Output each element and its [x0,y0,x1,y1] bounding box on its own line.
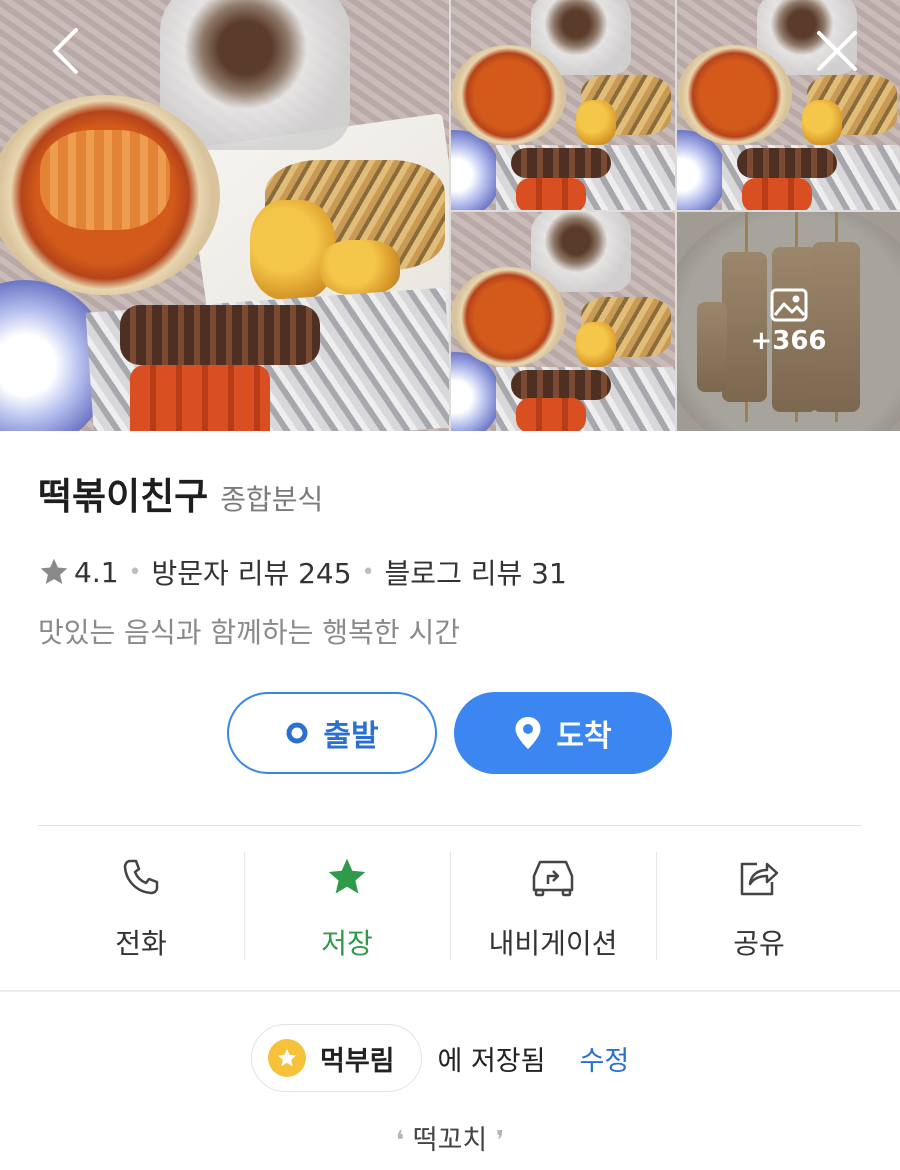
star-icon [40,558,68,584]
saved-folder-chip[interactable]: 먹부림 [251,1024,422,1092]
section-divider [0,990,900,992]
depart-button[interactable]: 출발 [227,692,437,774]
saved-memo: ❛ 떡꼬치 ❜ [0,1118,900,1157]
place-description: 맛있는 음식과 함께하는 행복한 시간 [38,616,461,649]
thumbnail-photo-1[interactable] [451,0,675,210]
origin-dot-icon [286,722,308,744]
memo-text: 떡꼬치 [412,1125,488,1156]
car-navigation-icon [532,860,574,897]
blog-reviews-link[interactable]: 블로그 리뷰 31 [385,552,567,592]
saved-folder-row: 먹부림 에 저장됨 수정 [251,1024,629,1092]
thumbnail-photo-2[interactable] [677,0,900,210]
close-icon [817,31,857,71]
close-quote-icon: ❜ [495,1126,505,1156]
back-button[interactable] [40,26,90,76]
share-icon [740,862,779,896]
chevron-left-icon [53,28,78,74]
place-category: 종합분식 [220,483,324,516]
saved-status-text: 에 저장됨 [437,1045,546,1077]
phone-icon [123,859,159,895]
share-button[interactable]: 공유 [656,852,862,962]
more-photos-count: +366 [750,325,827,356]
call-label: 전화 [115,927,167,960]
folder-star-icon [268,1039,306,1077]
place-name: 떡볶이친구 [38,475,209,518]
star-filled-icon [328,858,366,894]
edit-saved-link[interactable]: 수정 [579,1039,629,1078]
visitor-reviews-link[interactable]: 방문자 리뷰 245 [152,552,352,592]
rating-value: 4.1 [74,555,119,589]
share-label: 공유 [733,927,785,960]
navigation-button[interactable]: 내비게이션 [450,852,656,962]
thumbnail-photo-more[interactable]: +366 [677,212,900,431]
place-title-row: 떡볶이친구 종합분식 [38,466,323,520]
call-button[interactable]: 전화 [38,852,244,962]
open-quote-icon: ❛ [395,1126,405,1156]
navigation-label: 내비게이션 [488,927,618,960]
photo-gallery: +366 [0,0,900,431]
divider [38,825,862,826]
more-photos-overlay: +366 [677,212,900,431]
folder-name: 먹부림 [320,1045,395,1077]
arrive-label: 도착 [556,719,612,754]
image-icon [770,288,807,321]
thumbnail-photo-3[interactable] [451,212,675,431]
separator-dot: • [128,559,142,585]
depart-label: 출발 [323,719,379,754]
location-pin-icon [515,717,541,749]
rating-row: 4.1 • 방문자 리뷰 245 • 블로그 리뷰 31 [38,552,567,592]
save-label: 저장 [321,927,373,960]
save-button[interactable]: 저장 [244,852,450,962]
arrive-button[interactable]: 도착 [454,692,672,774]
separator-dot: • [361,559,375,585]
action-bar: 전화 저장 내비게이션 공유 [38,852,862,962]
close-button[interactable] [812,26,862,76]
